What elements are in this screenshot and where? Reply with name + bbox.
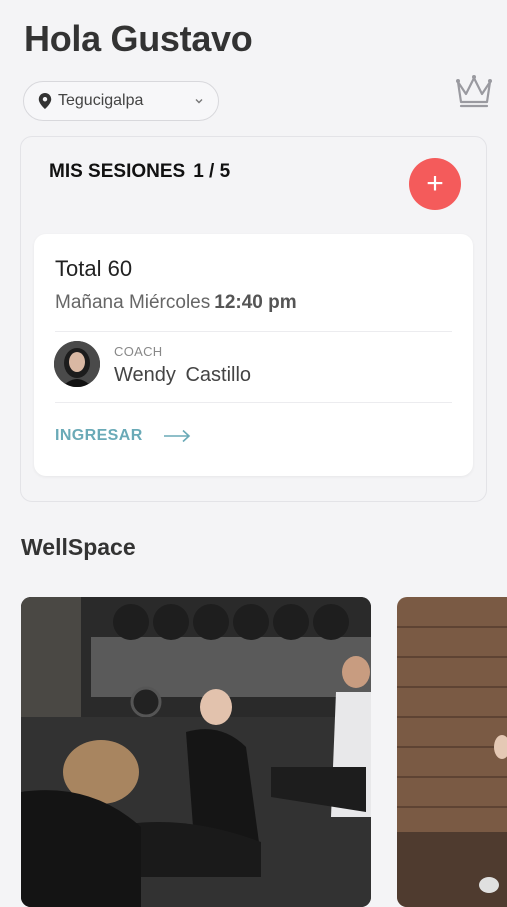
location-pin-icon	[38, 93, 52, 109]
chevron-down-icon	[195, 99, 203, 104]
coach-name: Wendy Castillo	[114, 364, 252, 386]
coach-avatar	[54, 341, 100, 387]
crown-icon[interactable]	[454, 72, 494, 110]
sessions-title: MIS SESIONES	[49, 161, 186, 182]
sessions-heading: MIS SESIONES 1 / 5	[49, 161, 230, 183]
add-session-button[interactable]: +	[409, 158, 461, 210]
yoga-class-photo	[21, 597, 371, 907]
class-name: Total 60	[55, 256, 133, 281]
coach-label: COACH	[114, 344, 163, 359]
enter-session-link[interactable]: INGRESAR	[55, 427, 191, 445]
divider	[55, 402, 452, 403]
sessions-count: 1 / 5	[193, 161, 231, 182]
enter-label: INGRESAR	[55, 427, 143, 444]
wellspace-card[interactable]	[21, 597, 371, 907]
divider	[55, 331, 452, 332]
location-select-value: Tegucigalpa	[58, 92, 144, 109]
class-schedule: Mañana Miércoles 12:40 pm	[55, 292, 297, 314]
arrow-right-icon	[163, 429, 190, 443]
sessions-panel: MIS SESIONES 1 / 5 + Total 60 Mañana Miér…	[20, 136, 487, 502]
location-select[interactable]: Tegucigalpa	[23, 81, 219, 121]
class-hour: 12:40 pm	[214, 292, 297, 313]
avatar-image	[54, 341, 100, 387]
wellspace-title: WellSpace	[21, 534, 136, 560]
class-day: Mañana Miércoles	[55, 292, 211, 313]
session-card[interactable]: Total 60 Mañana Miércoles 12:40 pm COACH …	[34, 234, 473, 476]
greeting-title: Hola Gustavo	[24, 18, 253, 59]
wellspace-card[interactable]	[397, 597, 507, 907]
studio-photo	[397, 597, 507, 907]
